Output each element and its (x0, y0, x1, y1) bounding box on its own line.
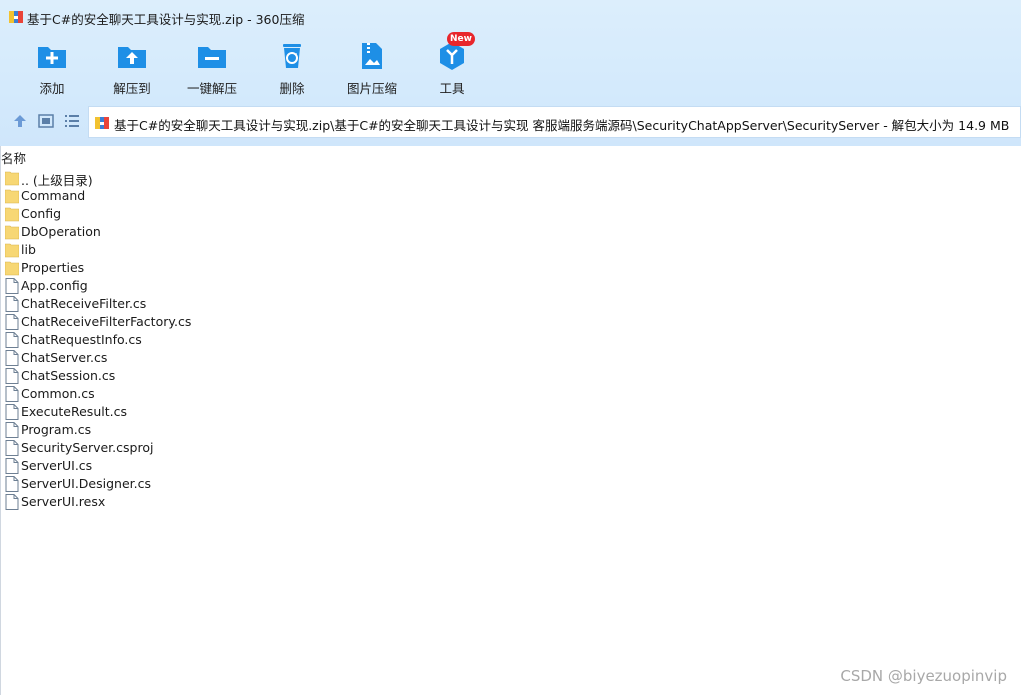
file-row[interactable]: Common.cs (1, 385, 301, 403)
file-row[interactable]: Program.cs (1, 421, 301, 439)
file-name: Properties (21, 260, 85, 275)
delete-label: 删除 (279, 81, 305, 96)
document-icon (5, 422, 19, 438)
file-row[interactable]: ServerUI.resx (1, 493, 301, 511)
column-header-name[interactable]: 名称 (1, 148, 26, 167)
folder-icon (5, 207, 19, 222)
file-name: ExecuteResult.cs (21, 404, 127, 419)
document-icon (5, 404, 19, 420)
folder-icon (5, 171, 19, 186)
folder-plus-icon (38, 47, 66, 68)
document-icon (5, 368, 19, 384)
document-icon (5, 458, 19, 474)
file-name: Command (21, 188, 86, 203)
folder-upload-icon (118, 47, 146, 68)
file-name: ChatSession.cs (21, 368, 116, 383)
file-list: 名称 .. (上级目录) Command Config DbOperation lib P… (0, 146, 1021, 695)
main-toolbar: 添加 解压到 一键解压 删除 图片压缩 New 工具 (0, 32, 600, 100)
thumbnail-view-icon[interactable] (37, 112, 55, 130)
document-icon (5, 314, 19, 330)
file-row[interactable]: ChatRequestInfo.cs (1, 331, 301, 349)
title-bar: 基于C#的安全聊天工具设计与实现.zip - 360压缩 (0, 0, 1021, 34)
tools-button[interactable]: New 工具 (412, 32, 492, 98)
recycle-bin-icon (283, 44, 301, 68)
tools-label: 工具 (439, 81, 465, 96)
up-arrow-icon[interactable] (11, 112, 29, 130)
new-badge: New (447, 32, 475, 46)
address-path: 基于C#的安全聊天工具设计与实现.zip\基于C#的安全聊天工具设计与实现 客服… (114, 118, 1010, 133)
folder-icon (5, 243, 19, 258)
folder-row[interactable]: lib (1, 241, 301, 259)
file-row[interactable]: ServerUI.cs (1, 457, 301, 475)
address-bar[interactable]: 基于C#的安全聊天工具设计与实现.zip\基于C#的安全聊天工具设计与实现 客服… (88, 106, 1021, 138)
file-row[interactable]: ServerUI.Designer.cs (1, 475, 301, 493)
file-name: ChatReceiveFilter.cs (21, 296, 147, 311)
folder-row[interactable]: DbOperation (1, 223, 301, 241)
file-row[interactable]: ChatSession.cs (1, 367, 301, 385)
file-name: Config (21, 206, 62, 221)
folder-icon (5, 261, 19, 276)
file-name: Common.cs (21, 386, 95, 401)
folder-icon (5, 225, 19, 240)
one-click-extract-label: 一键解压 (186, 81, 237, 96)
folder-row[interactable]: Config (1, 205, 301, 223)
extract-to-label: 解压到 (113, 81, 151, 96)
window-title: 基于C#的安全聊天工具设计与实现.zip - 360压缩 (27, 12, 305, 27)
file-name: App.config (21, 278, 88, 293)
document-icon (5, 350, 19, 366)
file-name: Program.cs (21, 422, 92, 437)
extract-to-button[interactable]: 解压到 (92, 36, 172, 98)
folder-icon (5, 189, 19, 204)
folder-row[interactable]: .. (上级目录) (1, 169, 301, 188)
file-row[interactable]: ChatReceiveFilterFactory.cs (1, 313, 301, 331)
folder-row[interactable]: Command (1, 187, 301, 205)
add-button[interactable]: 添加 (12, 36, 92, 98)
add-label: 添加 (39, 81, 65, 96)
file-rows: .. (上级目录) Command Config DbOperation lib Prop… (1, 169, 401, 511)
file-name: DbOperation (21, 224, 101, 239)
document-icon (5, 440, 19, 456)
archive-icon (95, 117, 109, 129)
file-row[interactable]: SecurityServer.csproj (1, 439, 301, 457)
watermark: CSDN @biyezuopinvip (840, 667, 1007, 685)
file-name: SecurityServer.csproj (21, 440, 154, 455)
file-row[interactable]: ChatReceiveFilter.cs (1, 295, 301, 313)
file-row[interactable]: ChatServer.cs (1, 349, 301, 367)
file-name: lib (21, 242, 36, 257)
file-name: ChatRequestInfo.cs (21, 332, 142, 347)
folder-minus-icon (198, 47, 226, 68)
document-icon (5, 278, 19, 294)
file-name: ServerUI.Designer.cs (21, 476, 151, 491)
file-row[interactable]: App.config (1, 277, 301, 295)
list-view-icon[interactable] (63, 112, 81, 130)
file-row[interactable]: ExecuteResult.cs (1, 403, 301, 421)
file-name: ServerUI.cs (21, 458, 93, 473)
folder-row[interactable]: Properties (1, 259, 301, 277)
file-name: ChatReceiveFilterFactory.cs (21, 314, 192, 329)
navigation-row: 基于C#的安全聊天工具设计与实现.zip\基于C#的安全聊天工具设计与实现 客服… (0, 104, 1021, 138)
document-icon (5, 332, 19, 348)
file-name: ServerUI.resx (21, 494, 106, 509)
document-icon (5, 476, 19, 492)
image-compress-button[interactable]: 图片压缩 (332, 36, 412, 98)
file-name: ChatServer.cs (21, 350, 108, 365)
image-compress-label: 图片压缩 (346, 81, 397, 96)
document-icon (5, 296, 19, 312)
document-icon (5, 386, 19, 402)
delete-button[interactable]: 删除 (252, 36, 332, 98)
window-chrome: 基于C#的安全聊天工具设计与实现.zip - 360压缩 添加 解压到 一键解压… (0, 0, 1021, 146)
image-zip-icon (362, 43, 382, 69)
document-icon (5, 494, 19, 510)
archive-app-icon (9, 11, 23, 23)
one-click-extract-button[interactable]: 一键解压 (172, 36, 252, 98)
